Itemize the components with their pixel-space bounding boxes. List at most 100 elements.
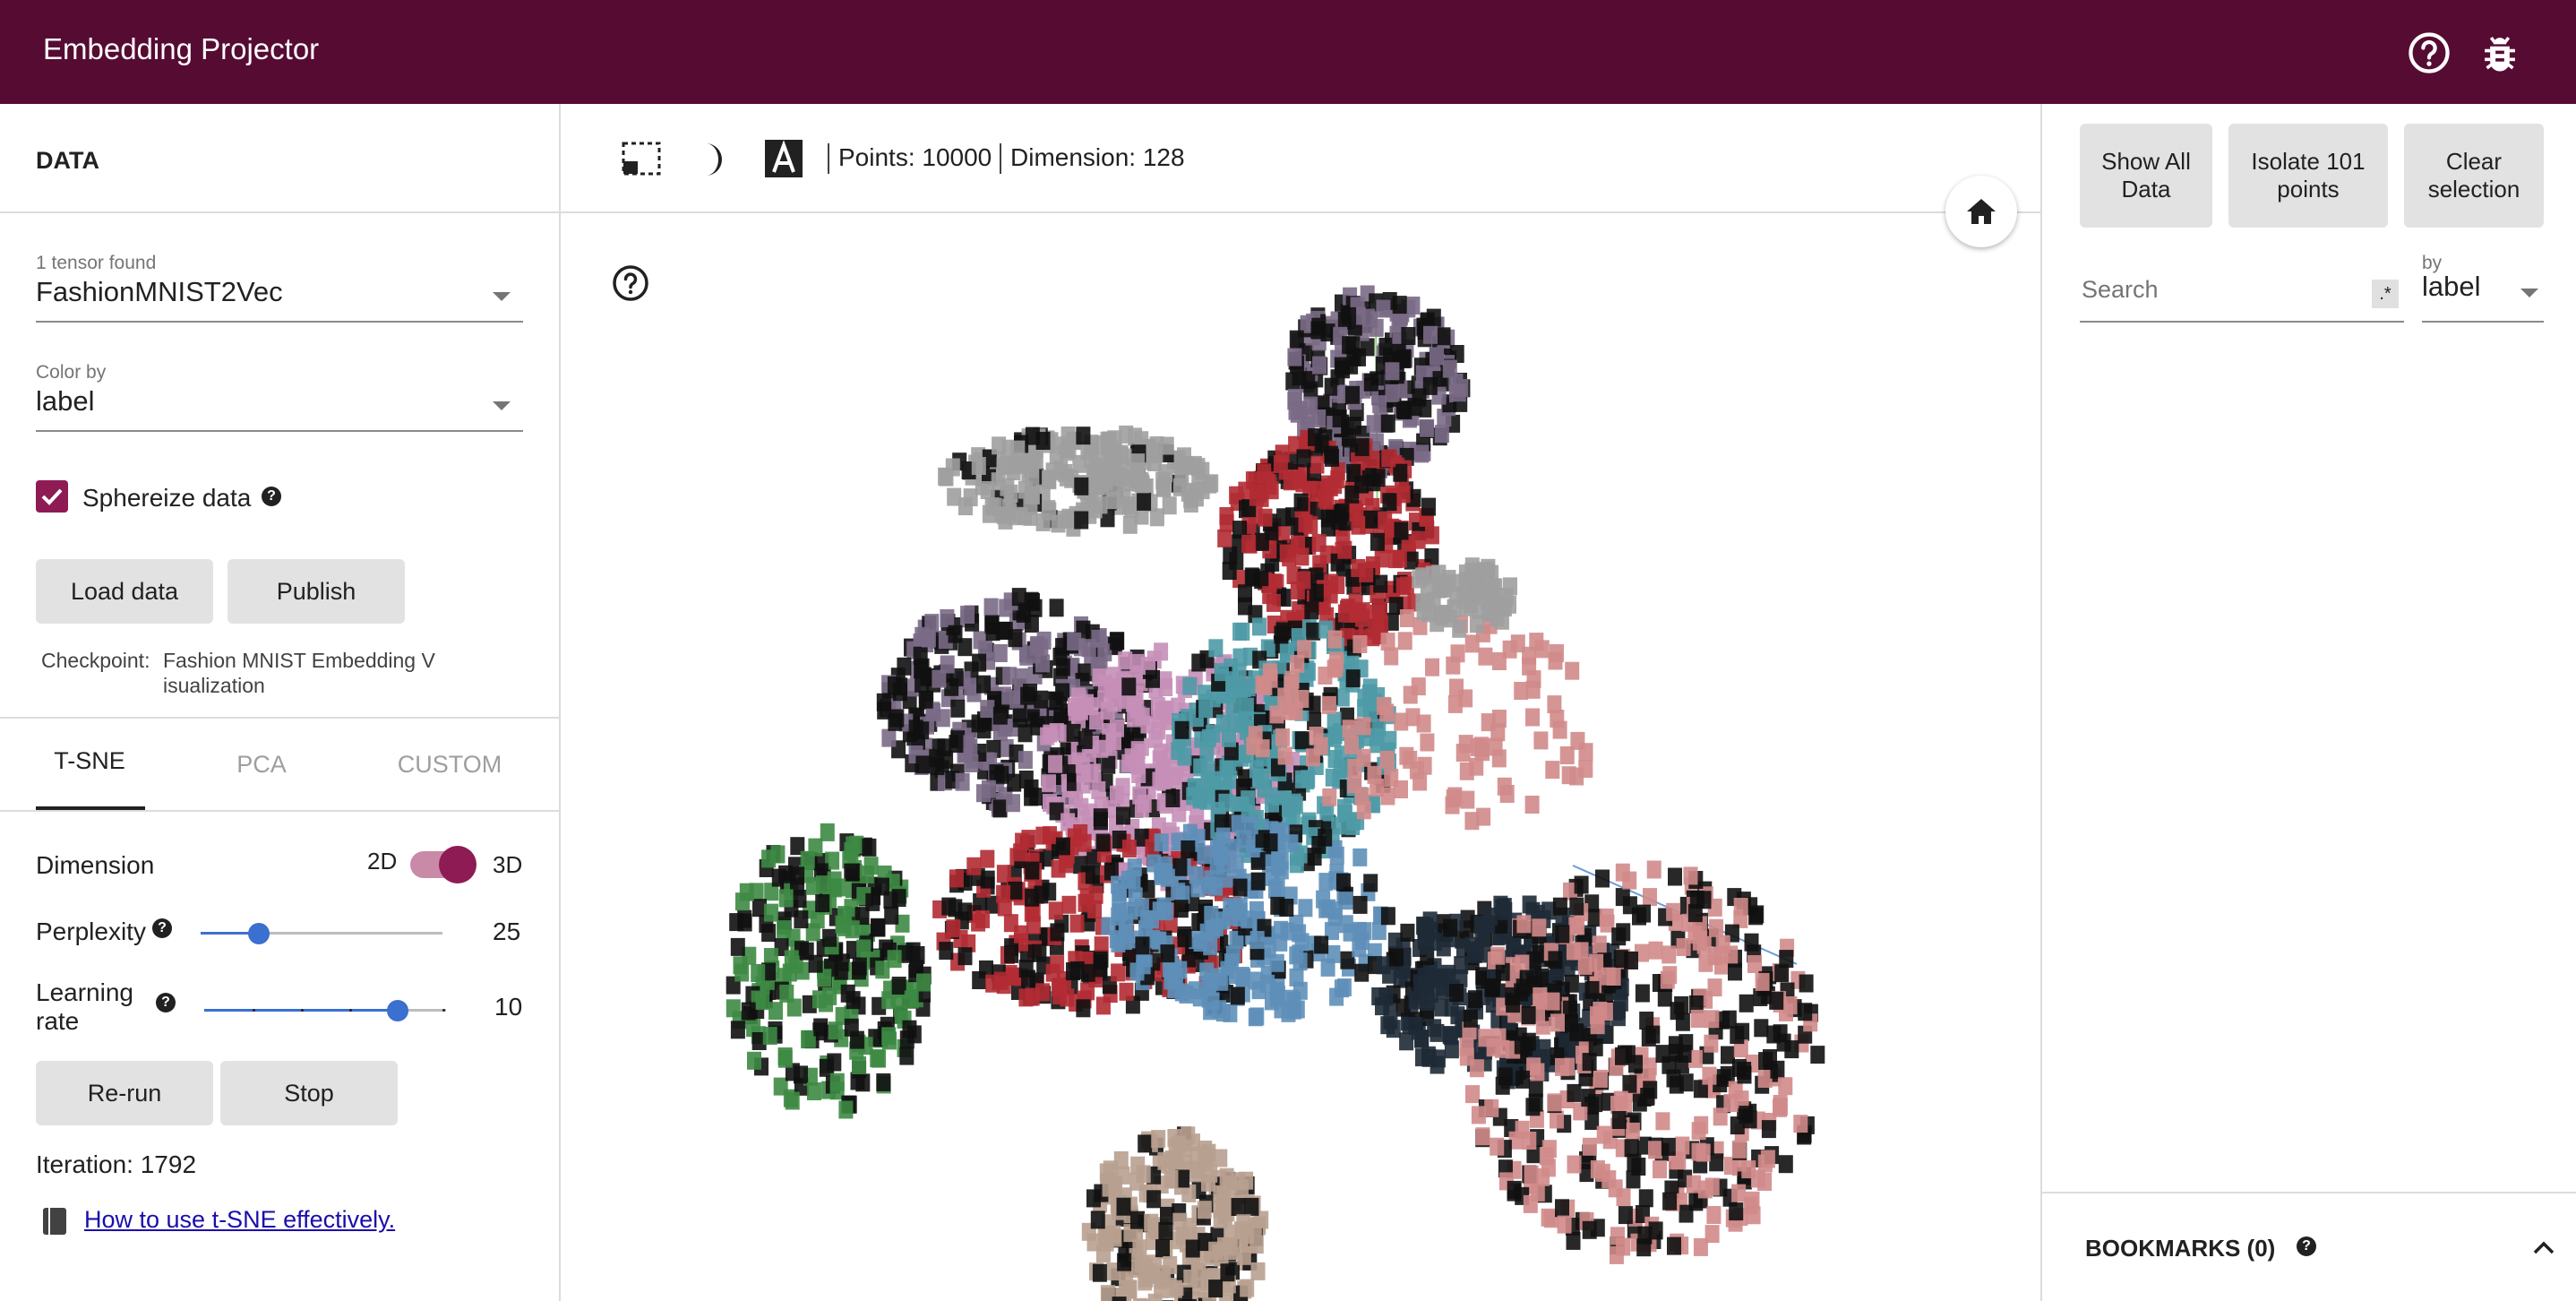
embedding-point[interactable] (1516, 1070, 1530, 1089)
embedding-point[interactable] (1294, 731, 1309, 750)
embedding-point[interactable] (1563, 1013, 1578, 1032)
embedding-point[interactable] (870, 918, 885, 936)
embedding-point[interactable] (794, 1065, 808, 1084)
embedding-point[interactable] (1129, 1172, 1145, 1191)
embedding-point[interactable] (1522, 1132, 1537, 1150)
embedding-point[interactable] (1370, 604, 1385, 623)
embedding-point[interactable] (1640, 1088, 1655, 1106)
embedding-point[interactable] (1707, 978, 1722, 997)
embedding-point[interactable] (1059, 855, 1074, 874)
embedding-point[interactable] (1241, 534, 1257, 553)
embedding-point[interactable] (1524, 1165, 1539, 1184)
embedding-point[interactable] (1117, 1253, 1132, 1271)
embedding-point[interactable] (1146, 1190, 1162, 1209)
embedding-point[interactable] (1567, 1083, 1582, 1102)
embedding-point[interactable] (1095, 833, 1111, 852)
help-icon[interactable]: ? (2297, 1236, 2316, 1256)
embedding-point[interactable] (1810, 1046, 1825, 1064)
embedding-point[interactable] (1097, 674, 1112, 693)
embedding-point[interactable] (1209, 856, 1224, 875)
embedding-point[interactable] (1377, 696, 1391, 715)
embedding-point[interactable] (1722, 1010, 1737, 1029)
embedding-point[interactable] (1204, 972, 1219, 991)
embedding-point[interactable] (1601, 967, 1616, 986)
embedding-point[interactable] (1303, 516, 1318, 535)
embedding-point[interactable] (1521, 1032, 1536, 1051)
embedding-point[interactable] (1231, 814, 1246, 833)
embedding-point[interactable] (1076, 999, 1091, 1018)
embedding-point[interactable] (1352, 635, 1368, 653)
embedding-point[interactable] (1219, 759, 1234, 778)
embedding-point[interactable] (1287, 348, 1302, 366)
embedding-point[interactable] (1308, 427, 1323, 446)
embedding-point[interactable] (1280, 922, 1295, 941)
embedding-point[interactable] (1327, 659, 1342, 678)
embedding-point[interactable] (1262, 586, 1277, 605)
load-data-button[interactable]: Load data (36, 559, 213, 624)
embedding-point[interactable] (1011, 588, 1026, 607)
embedding-point[interactable] (815, 894, 830, 913)
embedding-point[interactable] (1101, 755, 1116, 774)
embedding-point[interactable] (1550, 1013, 1565, 1032)
embedding-point[interactable] (1231, 1198, 1246, 1216)
embedding-point[interactable] (980, 481, 995, 499)
embedding-point[interactable] (1130, 1211, 1145, 1229)
embedding-point[interactable] (1584, 980, 1600, 999)
embedding-point[interactable] (1325, 448, 1339, 467)
embedding-point[interactable] (1616, 1237, 1631, 1256)
embedding-point[interactable] (1026, 916, 1041, 935)
embedding-point[interactable] (955, 772, 970, 791)
embedding-point[interactable] (1025, 888, 1040, 907)
embedding-point[interactable] (996, 865, 1011, 883)
embedding-point[interactable] (1375, 997, 1389, 1016)
embedding-point[interactable] (730, 937, 745, 956)
embedding-point[interactable] (938, 467, 953, 486)
embedding-point[interactable] (1588, 1038, 1603, 1056)
embedding-point[interactable] (1704, 1034, 1719, 1053)
embedding-point[interactable] (1277, 746, 1292, 765)
embedding-point[interactable] (1655, 1112, 1670, 1131)
embedding-point[interactable] (1322, 788, 1337, 806)
embedding-point[interactable] (1392, 549, 1407, 568)
embedding-point[interactable] (1208, 1279, 1224, 1298)
embedding-point[interactable] (1255, 739, 1270, 758)
embedding-point[interactable] (769, 1002, 783, 1021)
embedding-point[interactable] (1739, 1106, 1754, 1124)
embedding-point[interactable] (1151, 1130, 1166, 1149)
embedding-point[interactable] (1582, 1137, 1597, 1156)
embedding-point[interactable] (1567, 1155, 1582, 1174)
embedding-point[interactable] (1318, 489, 1333, 508)
embedding-point[interactable] (1212, 837, 1227, 856)
embedding-point[interactable] (1135, 475, 1150, 494)
embedding-point[interactable] (1384, 647, 1399, 666)
embedding-point[interactable] (1389, 948, 1404, 967)
embedding-point[interactable] (1471, 738, 1485, 756)
embedding-point[interactable] (992, 799, 1008, 818)
embedding-point[interactable] (1524, 796, 1540, 814)
embedding-point[interactable] (1757, 1070, 1773, 1088)
embedding-point[interactable] (1048, 754, 1063, 773)
embedding-point[interactable] (1197, 1201, 1212, 1219)
embedding-point[interactable] (810, 910, 825, 929)
embedding-point[interactable] (1144, 1213, 1159, 1232)
embedding-point[interactable] (1055, 837, 1070, 856)
embedding-point[interactable] (1674, 995, 1689, 1014)
embedding-point[interactable] (1152, 750, 1167, 769)
embedding-point[interactable] (1696, 891, 1712, 909)
embedding-point[interactable] (1327, 711, 1342, 730)
embedding-point[interactable] (1778, 1155, 1793, 1174)
embedding-point[interactable] (1430, 347, 1444, 366)
embedding-point[interactable] (1761, 1120, 1776, 1139)
embedding-point[interactable] (1702, 1066, 1717, 1085)
embedding-point[interactable] (916, 973, 931, 992)
embedding-point[interactable] (1271, 857, 1286, 876)
embedding-point[interactable] (1533, 987, 1548, 1005)
embedding-point[interactable] (1481, 713, 1496, 732)
embedding-point[interactable] (1415, 567, 1430, 586)
embedding-point[interactable] (1468, 990, 1482, 1009)
sphereize-checkbox[interactable] (36, 480, 68, 513)
embedding-point[interactable] (1399, 746, 1414, 765)
embedding-point[interactable] (785, 1091, 800, 1110)
color-by-select[interactable]: Color by label (36, 362, 523, 432)
embedding-point[interactable] (805, 876, 820, 895)
